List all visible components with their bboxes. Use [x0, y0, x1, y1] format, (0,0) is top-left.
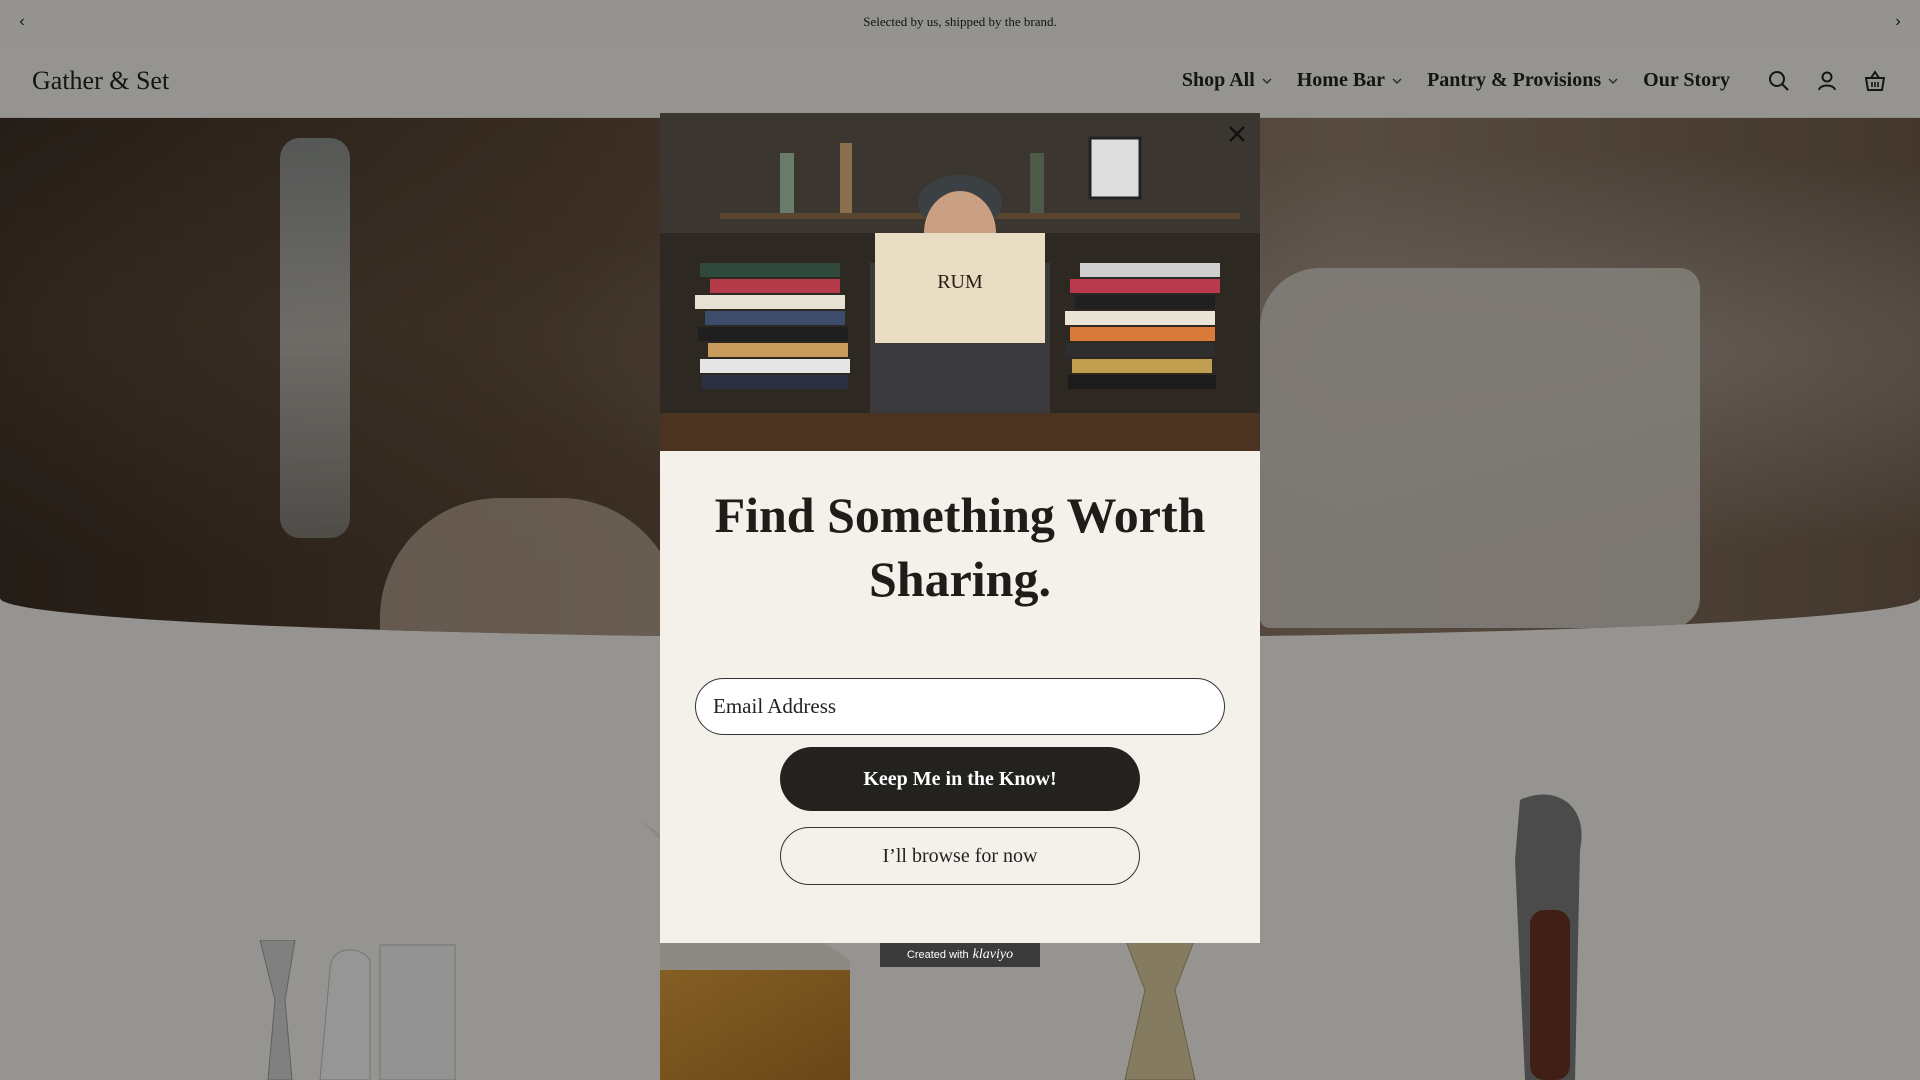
subscribe-button[interactable]: Keep Me in the Know!: [780, 747, 1140, 811]
popup-headline: Find Something Worth Sharing.: [714, 487, 1206, 607]
klaviyo-logo: klaviyo: [972, 947, 1014, 962]
person-reading-books-photo: RUM: [660, 113, 1260, 451]
klaviyo-badge[interactable]: Created with klaviyo: [880, 943, 1040, 967]
browse-button[interactable]: I’ll browse for now: [780, 827, 1140, 885]
email-field[interactable]: [695, 678, 1225, 735]
badge-prefix: Created with: [906, 949, 969, 961]
close-icon[interactable]: [1222, 119, 1252, 149]
svg-text:RUM: RUM: [937, 271, 983, 293]
newsletter-popup: RUM Find Something Worth Sharing. Keep M…: [660, 113, 1260, 943]
